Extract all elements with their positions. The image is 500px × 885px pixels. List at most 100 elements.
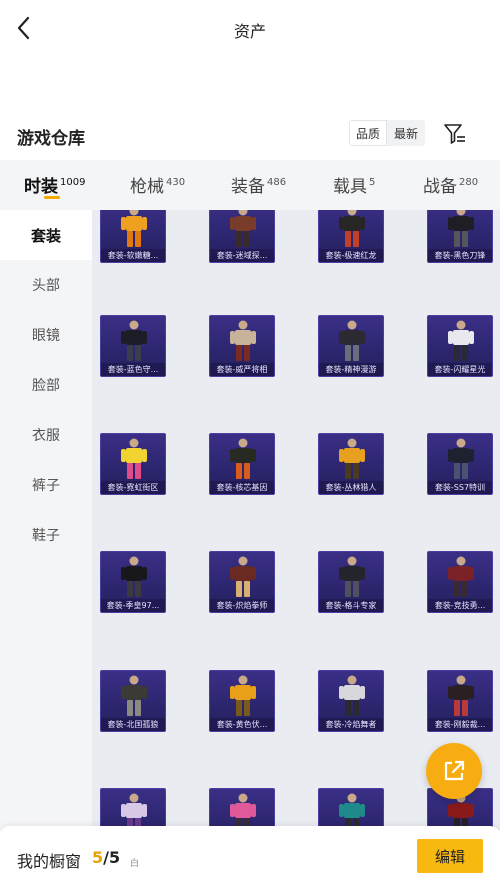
outfit-card[interactable]: 套装-季皇97...: [100, 551, 166, 613]
outfit-card-label: 套装-霓虹街区: [101, 481, 165, 494]
outfit-card[interactable]: 套装-黑色刀锋: [427, 210, 493, 263]
share-button[interactable]: [426, 743, 482, 799]
outfit-figure-icon: [448, 675, 474, 716]
outfit-figure-icon: [339, 210, 365, 247]
sort-toggle: 品质 最新: [349, 120, 425, 146]
outfit-card-label: 套装-威严将相: [210, 363, 274, 376]
outfit-card-label: 套装-丛林猎人: [319, 481, 383, 494]
outfit-card[interactable]: 套装-精神漫游: [318, 315, 384, 377]
outfit-card[interactable]: 套装-黄色伏...: [209, 670, 275, 732]
tab-label: 战备: [423, 177, 457, 197]
outfit-card[interactable]: 套装-霓虹街区: [100, 433, 166, 495]
outfit-card-label: 套装-精神漫游: [319, 363, 383, 376]
tab-count: 280: [459, 177, 479, 188]
outfit-figure-icon: [339, 438, 365, 479]
outfit-card[interactable]: 套装-丛林猎人: [318, 433, 384, 495]
filter-icon: [444, 124, 465, 144]
outfit-card-label: 套装-冷焰舞者: [319, 718, 383, 731]
outfit-card[interactable]: 套装-竞技勇...: [427, 551, 493, 613]
outfit-figure-icon: [121, 675, 147, 716]
outfit-card[interactable]: [318, 788, 384, 830]
sort-newest-option[interactable]: 最新: [387, 120, 425, 146]
outfit-figure-icon: [121, 793, 147, 830]
tab-count: 1009: [60, 177, 86, 188]
outfit-card-label: 套装-格斗专家: [319, 599, 383, 612]
outfit-figure-icon: [339, 320, 365, 361]
outfit-figure-icon: [121, 320, 147, 361]
sidebar-item-head[interactable]: 头部: [0, 260, 92, 310]
header: 资产: [0, 0, 500, 58]
outfit-figure-icon: [230, 675, 256, 716]
outfit-card[interactable]: [100, 788, 166, 830]
outfit-figure-icon: [448, 438, 474, 479]
showcase-count: 5/5: [92, 848, 120, 867]
outfit-card-label: 套装-竞技勇...: [428, 599, 492, 612]
small-marker-icon: 白: [130, 859, 140, 869]
filter-button[interactable]: [443, 122, 467, 146]
outfit-card-label: 套装-刚毅裁...: [428, 718, 492, 731]
active-tab-indicator: [44, 196, 60, 199]
outfit-figure-icon: [230, 793, 256, 830]
tab-supplies[interactable]: 战备 280: [423, 172, 478, 202]
outfit-card[interactable]: 套装-冷焰舞者: [318, 670, 384, 732]
outfit-figure-icon: [230, 210, 256, 247]
outfit-figure-icon: [230, 320, 256, 361]
outfit-figure-icon: [339, 556, 365, 597]
tab-count: 5: [369, 177, 376, 188]
category-tabs: 时装 1009 枪械 430 装备 486 载具 5 战备 280: [0, 160, 500, 210]
showcase-total: 5: [108, 848, 121, 867]
outfit-card-label: 套装-极速红龙: [319, 249, 383, 262]
outfit-card-label: 套装-SS7特训: [428, 481, 492, 494]
outfit-card[interactable]: 套装-刚毅裁...: [427, 670, 493, 732]
showcase-current: 5: [92, 848, 104, 867]
share-external-icon: [444, 760, 465, 781]
tab-label: 装备: [231, 177, 265, 197]
outfit-figure-icon: [339, 675, 365, 716]
tab-firearms[interactable]: 枪械 430: [130, 172, 185, 202]
outfit-card[interactable]: 套装-SS7特训: [427, 433, 493, 495]
outfit-card-label: 套装-闪耀星光: [428, 363, 492, 376]
bottom-bar: 我的橱窗 5/5 白 编辑: [0, 826, 500, 885]
outfit-card[interactable]: 套装-软嫩糖...: [100, 210, 166, 263]
outfit-card-label: 套装-北国孤狼: [101, 718, 165, 731]
outfit-card[interactable]: 套装-威严将相: [209, 315, 275, 377]
outfit-card[interactable]: 套装-北国孤狼: [100, 670, 166, 732]
tab-label: 时装: [24, 177, 58, 197]
outfit-card[interactable]: 套装-炽焰拳师: [209, 551, 275, 613]
outfit-figure-icon: [121, 210, 147, 247]
sidebar-item-suit[interactable]: 套装: [0, 210, 92, 260]
tab-equipment[interactable]: 装备 486: [231, 172, 286, 202]
sidebar-item-face[interactable]: 脸部: [0, 360, 92, 410]
sidebar-item-glasses[interactable]: 眼镜: [0, 310, 92, 360]
outfit-figure-icon: [448, 556, 474, 597]
outfit-card[interactable]: 套装-核芯基因: [209, 433, 275, 495]
outfit-card-label: 套装-蓝色守...: [101, 363, 165, 376]
sidebar: 套装 头部 眼镜 脸部 衣服 裤子 鞋子: [0, 210, 92, 830]
outfit-card[interactable]: 套装-极速红龙: [318, 210, 384, 263]
outfit-figure-icon: [339, 793, 365, 830]
outfit-card[interactable]: 套装-闪耀星光: [427, 315, 493, 377]
outfit-card-label: 套装-黄色伏...: [210, 718, 274, 731]
outfit-figure-icon: [121, 438, 147, 479]
sidebar-item-pants[interactable]: 裤子: [0, 460, 92, 510]
sidebar-item-shoes[interactable]: 鞋子: [0, 510, 92, 560]
tab-vehicles[interactable]: 载具 5: [333, 172, 375, 202]
outfit-card-label: 套装-软嫩糖...: [101, 249, 165, 262]
warehouse-title: 游戏仓库: [17, 129, 85, 149]
warehouse-bar: 游戏仓库 品质 最新: [0, 118, 500, 150]
outfit-card-label: 套装-迷域探...: [210, 249, 274, 262]
outfit-card[interactable]: 套装-蓝色守...: [100, 315, 166, 377]
outfit-card[interactable]: [209, 788, 275, 830]
outfit-card-label: 套装-黑色刀锋: [428, 249, 492, 262]
tab-count: 486: [267, 177, 287, 188]
showcase-label: 我的橱窗: [17, 852, 82, 871]
outfit-figure-icon: [230, 556, 256, 597]
sort-quality-option[interactable]: 品质: [349, 120, 387, 146]
tab-count: 430: [166, 177, 186, 188]
outfit-card[interactable]: 套装-迷域探...: [209, 210, 275, 263]
edit-button[interactable]: 编辑: [417, 839, 483, 873]
outfit-card-label: 套装-核芯基因: [210, 481, 274, 494]
outfit-card[interactable]: 套装-格斗专家: [318, 551, 384, 613]
sidebar-item-clothes[interactable]: 衣服: [0, 410, 92, 460]
outfit-figure-icon: [448, 210, 474, 247]
